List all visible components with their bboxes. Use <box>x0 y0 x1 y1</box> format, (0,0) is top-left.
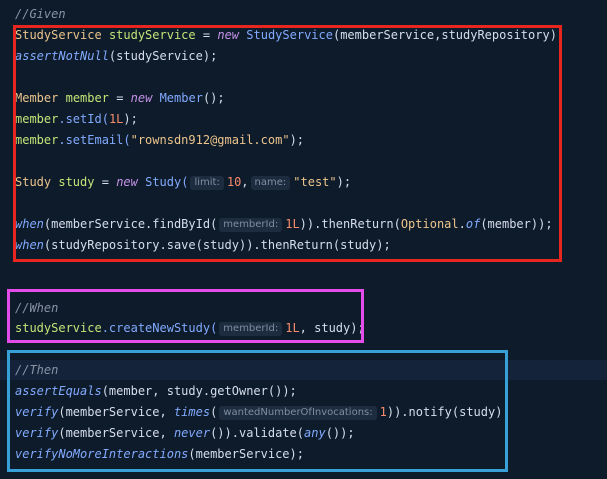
given-comment: //Given <box>15 4 66 24</box>
given-highlight-box <box>13 25 562 262</box>
then-highlight-box <box>7 350 508 472</box>
when-highlight-box <box>7 289 364 343</box>
comment-text: //Given <box>15 7 66 21</box>
